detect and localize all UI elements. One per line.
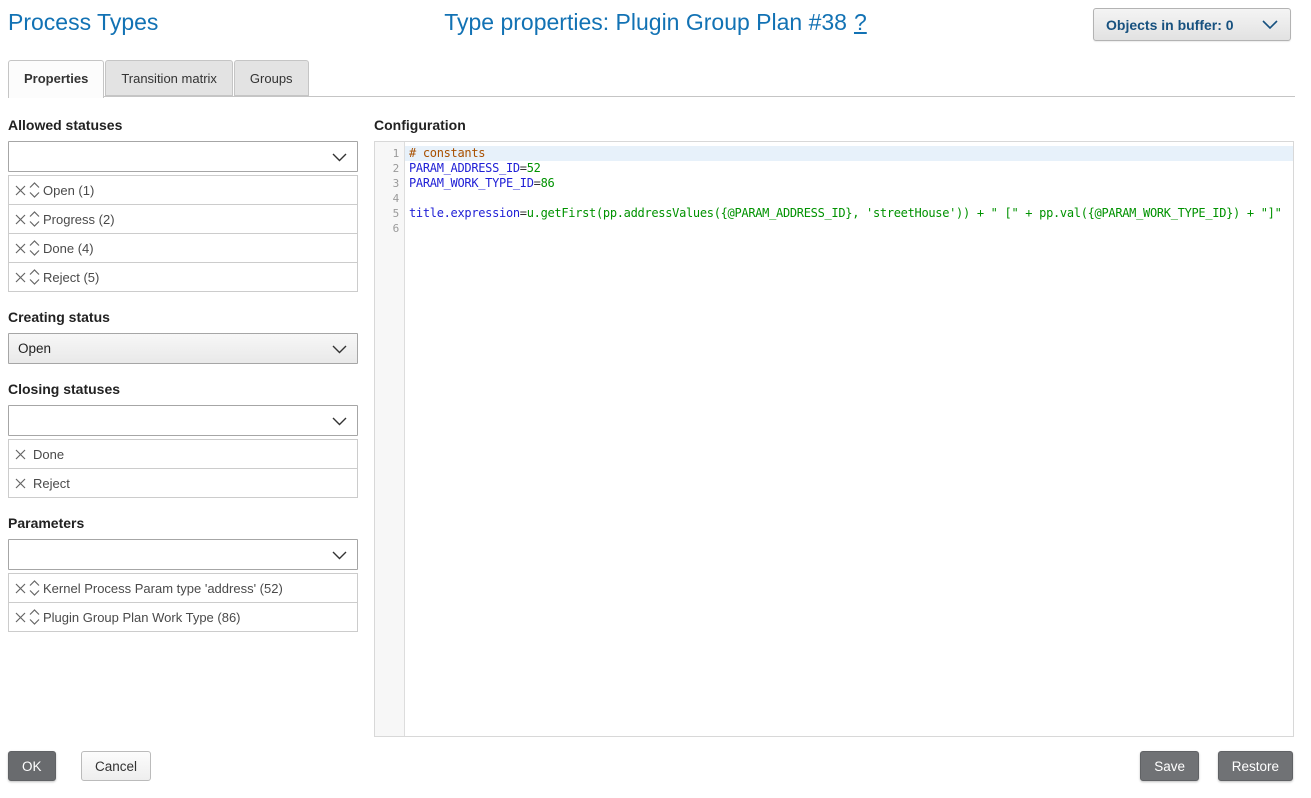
remove-icon[interactable] <box>14 213 27 226</box>
move-up-down-icon[interactable] <box>28 209 41 229</box>
parameters-list: Kernel Process Param type 'address' (52)… <box>8 573 358 632</box>
line-number: 4 <box>375 191 404 206</box>
line-number: 2 <box>375 161 404 176</box>
cancel-button[interactable]: Cancel <box>81 751 151 781</box>
line-number: 1 <box>375 146 404 161</box>
save-button[interactable]: Save <box>1140 751 1199 781</box>
allowed-statuses-list: Open (1) Progress (2) Done (4) Reject (5) <box>8 175 358 292</box>
dialog-title-text: Type properties: Plugin Group Plan #38 <box>444 9 847 35</box>
allowed-status-row: Done (4) <box>8 233 358 263</box>
tab-transition-matrix[interactable]: Transition matrix <box>105 60 233 96</box>
closing-statuses-list: Done Reject <box>8 439 358 498</box>
code-line-2: PARAM_ADDRESS_ID=52 <box>405 161 1293 176</box>
chevron-down-icon <box>332 153 347 162</box>
code-line-5: title.expression=u.getFirst(pp.addressVa… <box>405 206 1293 221</box>
move-up-down-icon[interactable] <box>28 238 41 258</box>
allowed-status-row: Reject (5) <box>8 262 358 292</box>
code-token-key: PARAM_ADDRESS_ID <box>409 161 520 175</box>
objects-in-buffer-button[interactable]: Objects in buffer: 0 <box>1093 8 1291 41</box>
closing-status-item-label: Done <box>33 447 64 462</box>
objects-in-buffer-label: Objects in buffer: 0 <box>1106 17 1234 33</box>
closing-status-row: Reject <box>8 468 358 498</box>
configuration-panel: Configuration 123456 # constantsPARAM_AD… <box>374 110 1294 737</box>
code-token-key: PARAM_WORK_TYPE_ID <box>409 176 534 190</box>
parameter-row: Kernel Process Param type 'address' (52) <box>8 573 358 603</box>
tab-bar: PropertiesTransition matrixGroups <box>8 60 1295 97</box>
move-up-down-icon[interactable] <box>28 578 41 598</box>
closing-statuses-select[interactable] <box>8 405 358 436</box>
tab-properties[interactable]: Properties <box>8 60 104 98</box>
configuration-label: Configuration <box>374 117 1294 133</box>
restore-button[interactable]: Restore <box>1218 751 1293 781</box>
allowed-statuses-select[interactable] <box>8 141 358 172</box>
allowed-status-item-label: Open (1) <box>43 183 94 198</box>
dialog-title: Type properties: Plugin Group Plan #38? <box>444 9 867 36</box>
parameter-row: Plugin Group Plan Work Type (86) <box>8 602 358 632</box>
tab-groups[interactable]: Groups <box>234 60 309 96</box>
left-panel: Allowed statuses Open (1) Progress (2) Don… <box>8 110 358 632</box>
code-token-plain: = <box>520 206 527 220</box>
creating-status-label: Creating status <box>8 309 358 325</box>
remove-icon[interactable] <box>14 184 27 197</box>
chevron-down-icon <box>1262 20 1278 29</box>
code-line-1: # constants <box>405 146 1293 161</box>
closing-status-row: Done <box>8 439 358 469</box>
allowed-status-item-label: Done (4) <box>43 241 94 256</box>
code-line-4 <box>405 191 1293 206</box>
closing-status-item-label: Reject <box>33 476 70 491</box>
remove-icon[interactable] <box>14 582 27 595</box>
move-up-down-icon[interactable] <box>28 267 41 287</box>
creating-status-select-value: Open <box>18 341 51 356</box>
code-token-value: 52 <box>527 161 541 175</box>
code-token-value: 86 <box>541 176 555 190</box>
chevron-down-icon <box>332 417 347 426</box>
remove-icon[interactable] <box>14 477 27 490</box>
parameter-item-label: Kernel Process Param type 'address' (52) <box>43 581 283 596</box>
move-up-down-icon[interactable] <box>28 607 41 627</box>
code-token-plain: = <box>534 176 541 190</box>
code-token-comment: # constants <box>409 146 485 160</box>
allowed-status-item-label: Reject (5) <box>43 270 99 285</box>
configuration-editor[interactable]: 123456 # constantsPARAM_ADDRESS_ID=52PAR… <box>374 141 1294 737</box>
remove-icon[interactable] <box>14 448 27 461</box>
line-number: 6 <box>375 221 404 236</box>
parameter-item-label: Plugin Group Plan Work Type (86) <box>43 610 241 625</box>
closing-statuses-label: Closing statuses <box>8 381 358 397</box>
code-line-6 <box>405 221 1293 236</box>
line-number: 3 <box>375 176 404 191</box>
chevron-down-icon <box>332 345 347 354</box>
remove-icon[interactable] <box>14 271 27 284</box>
remove-icon[interactable] <box>14 611 27 624</box>
creating-status-select[interactable]: Open <box>8 333 358 364</box>
ok-button[interactable]: OK <box>8 751 56 781</box>
allowed-statuses-label: Allowed statuses <box>8 117 358 133</box>
code-token-plain: = <box>520 161 527 175</box>
allowed-status-row: Progress (2) <box>8 204 358 234</box>
parameters-label: Parameters <box>8 515 358 531</box>
editor-gutter: 123456 <box>375 142 405 736</box>
editor-code-area[interactable]: # constantsPARAM_ADDRESS_ID=52PARAM_WORK… <box>405 142 1293 736</box>
page-title: Process Types <box>8 9 158 36</box>
allowed-status-item-label: Progress (2) <box>43 212 115 227</box>
code-token-value: u.getFirst(pp.addressValues({@PARAM_ADDR… <box>527 206 1282 220</box>
remove-icon[interactable] <box>14 242 27 255</box>
allowed-status-row: Open (1) <box>8 175 358 205</box>
chevron-down-icon <box>332 551 347 560</box>
move-up-down-icon[interactable] <box>28 180 41 200</box>
parameters-select[interactable] <box>8 539 358 570</box>
line-number: 5 <box>375 206 404 221</box>
help-link[interactable]: ? <box>854 9 867 35</box>
code-line-3: PARAM_WORK_TYPE_ID=86 <box>405 176 1293 191</box>
code-token-key: title.expression <box>409 206 520 220</box>
